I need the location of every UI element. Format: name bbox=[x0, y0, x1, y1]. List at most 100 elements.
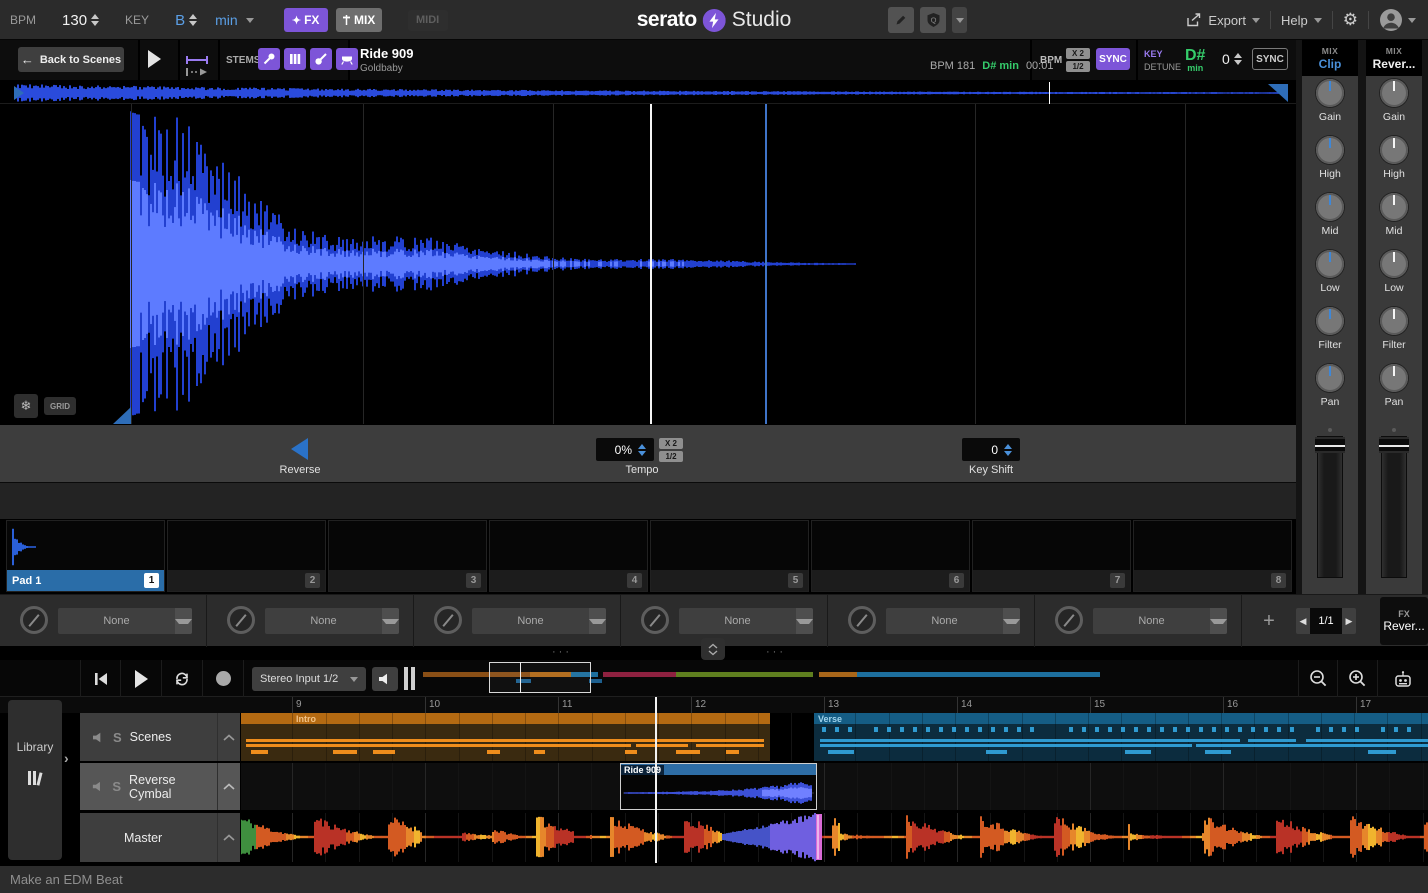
q-badge-button[interactable]: Q bbox=[920, 7, 946, 33]
knob-dial[interactable] bbox=[1316, 364, 1344, 392]
solo-button[interactable]: S bbox=[112, 779, 121, 794]
mixer-strip-header[interactable]: MIXRever... bbox=[1366, 40, 1422, 76]
fx-select[interactable]: None bbox=[886, 608, 1020, 634]
sample-overview-strip[interactable] bbox=[0, 82, 1296, 104]
song-overview-minimap[interactable] bbox=[423, 660, 1105, 697]
bpm-x2-button[interactable]: X 2 bbox=[1066, 48, 1090, 59]
play-button[interactable] bbox=[121, 660, 162, 697]
knob-dial[interactable] bbox=[1380, 364, 1408, 392]
add-fx-button[interactable]: + bbox=[1254, 608, 1284, 634]
knob-dial[interactable] bbox=[1316, 250, 1344, 278]
pad-2[interactable]: 2 bbox=[167, 520, 326, 592]
minimap-view-rectangle[interactable] bbox=[489, 662, 591, 693]
knob-pan[interactable]: Pan bbox=[1316, 364, 1344, 418]
back-to-scenes-button[interactable]: ← Back to Scenes bbox=[18, 47, 124, 72]
pad-1[interactable]: Pad 11 bbox=[6, 520, 165, 592]
fx-bank-button[interactable]: FX Rever... bbox=[1380, 597, 1428, 645]
track-lane-master[interactable] bbox=[241, 813, 1428, 862]
key-shift-header-stepper[interactable] bbox=[1234, 53, 1242, 65]
fx-select[interactable]: None bbox=[58, 608, 192, 634]
knob-gain[interactable]: Gain bbox=[1380, 79, 1408, 133]
fx-select[interactable]: None bbox=[679, 608, 813, 634]
knob-high[interactable]: High bbox=[1380, 136, 1408, 190]
settings-gear-button[interactable]: ⚙ bbox=[1343, 10, 1358, 30]
collapse-track-button[interactable] bbox=[217, 813, 240, 862]
knob-filter[interactable]: Filter bbox=[1380, 307, 1408, 361]
fx-knob-dial[interactable] bbox=[20, 606, 48, 634]
fx-select[interactable]: None bbox=[472, 608, 606, 634]
bpm-stepper[interactable] bbox=[91, 14, 99, 26]
midi-button[interactable]: MIDI bbox=[408, 10, 448, 31]
knob-dial[interactable] bbox=[1380, 250, 1408, 278]
knob-dial[interactable] bbox=[1380, 136, 1408, 164]
pen-tool-button[interactable] bbox=[888, 7, 914, 33]
loop-end-marker[interactable] bbox=[765, 104, 767, 424]
tempo-half-button[interactable]: 1/2 bbox=[659, 451, 683, 462]
collapse-track-button[interactable] bbox=[217, 763, 240, 810]
fader-handle[interactable] bbox=[1315, 437, 1345, 453]
clip-verse[interactable]: Verse bbox=[814, 713, 1428, 761]
key-stepper[interactable] bbox=[189, 14, 197, 26]
knob-dial[interactable] bbox=[1380, 307, 1408, 335]
solo-button[interactable]: S bbox=[113, 730, 122, 745]
mute-speaker-icon[interactable] bbox=[92, 781, 104, 792]
pad-4[interactable]: 4 bbox=[489, 520, 648, 592]
record-button[interactable] bbox=[203, 660, 244, 697]
loop-button[interactable] bbox=[162, 660, 203, 697]
clip-intro[interactable]: Intro bbox=[241, 713, 770, 761]
assistant-robot-button[interactable] bbox=[1378, 660, 1428, 697]
fx-page-prev-button[interactable]: ◀ bbox=[1296, 608, 1310, 634]
knob-dial[interactable] bbox=[1380, 79, 1408, 107]
zoom-out-button[interactable] bbox=[1298, 660, 1338, 697]
stem-bass-button[interactable] bbox=[310, 48, 332, 70]
fx-knob-dial[interactable] bbox=[641, 606, 669, 634]
pad-8[interactable]: 8 bbox=[1133, 520, 1292, 592]
monitor-speaker-button[interactable] bbox=[372, 667, 398, 691]
knob-dial[interactable] bbox=[1380, 193, 1408, 221]
fx-panel-button[interactable]: ✦FX bbox=[284, 8, 328, 32]
panel-collapse-handle[interactable] bbox=[701, 638, 725, 660]
tool-dropdown-button[interactable] bbox=[952, 7, 967, 33]
fx-knob-dial[interactable] bbox=[1055, 606, 1083, 634]
knob-dial[interactable] bbox=[1316, 136, 1344, 164]
drag-dots[interactable]: ··· bbox=[552, 646, 572, 658]
input-select[interactable]: Stereo Input 1/2 bbox=[252, 667, 366, 691]
grid-button[interactable]: GRID bbox=[44, 397, 76, 415]
fader-track[interactable] bbox=[1381, 436, 1407, 578]
library-panel-button[interactable]: Library bbox=[8, 700, 62, 860]
zoom-in-button[interactable] bbox=[1338, 660, 1378, 697]
stem-vocals-button[interactable] bbox=[258, 48, 280, 70]
play-from-start-button[interactable] bbox=[186, 63, 208, 81]
pad-7[interactable]: 7 bbox=[972, 520, 1131, 592]
key-shift-header-value[interactable]: 0 bbox=[1222, 51, 1230, 67]
drag-dots[interactable]: ··· bbox=[766, 646, 786, 658]
fader-track[interactable] bbox=[1317, 436, 1343, 578]
track-header-master[interactable]: Master bbox=[80, 813, 217, 862]
knob-high[interactable]: High bbox=[1316, 136, 1344, 190]
knob-low[interactable]: Low bbox=[1380, 250, 1408, 304]
help-button[interactable]: Help bbox=[1281, 13, 1322, 28]
tempo-value-box[interactable]: 0% bbox=[596, 438, 654, 461]
reverse-toggle[interactable] bbox=[291, 438, 308, 460]
skip-to-start-button[interactable] bbox=[80, 660, 121, 697]
tempo-stepper[interactable] bbox=[638, 444, 646, 456]
bpm-value[interactable]: 130 bbox=[62, 12, 87, 29]
fx-select[interactable]: None bbox=[265, 608, 399, 634]
stem-drums-button[interactable] bbox=[336, 48, 358, 70]
knob-mid[interactable]: Mid bbox=[1316, 193, 1344, 247]
sample-waveform-view[interactable]: ❄ GRID bbox=[0, 104, 1296, 424]
library-expand-arrow[interactable]: › bbox=[64, 750, 69, 766]
track-lane-scenes[interactable]: Intro Verse bbox=[241, 713, 1428, 761]
fx-knob-dial[interactable] bbox=[227, 606, 255, 634]
mixer-strip-header[interactable]: MIXClip bbox=[1302, 40, 1358, 76]
account-menu[interactable] bbox=[1379, 8, 1416, 32]
track-header-scenes[interactable]: S Scenes bbox=[80, 713, 217, 761]
knob-dial[interactable] bbox=[1316, 307, 1344, 335]
knob-filter[interactable]: Filter bbox=[1316, 307, 1344, 361]
mix-panel-button[interactable]: MIX bbox=[336, 8, 382, 32]
bpm-half-button[interactable]: 1/2 bbox=[1066, 61, 1090, 72]
pad-6[interactable]: 6 bbox=[811, 520, 970, 592]
knob-dial[interactable] bbox=[1316, 193, 1344, 221]
preview-play-button[interactable] bbox=[148, 50, 161, 68]
knob-gain[interactable]: Gain bbox=[1316, 79, 1344, 133]
